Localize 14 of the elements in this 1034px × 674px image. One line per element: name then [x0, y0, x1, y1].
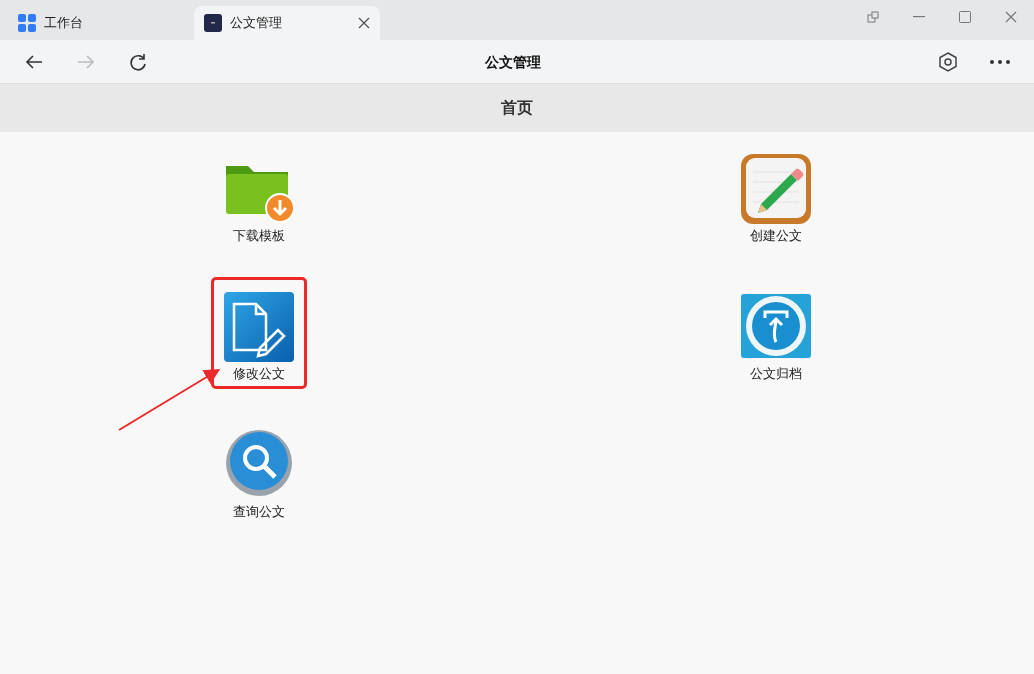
page-header-title: 首页 [501, 97, 533, 119]
app-shortcut[interactable]: 公文归档 [734, 290, 817, 386]
app-shortcut[interactable]: 创建公文 [734, 152, 817, 248]
close-icon[interactable] [358, 17, 370, 29]
notepad-pencil-icon [738, 152, 813, 226]
document-pencil-icon [221, 290, 296, 364]
browser-tab[interactable]: 公文管理 [194, 6, 380, 40]
grid-icon [18, 14, 36, 32]
app-icon [204, 14, 222, 32]
app-shortcut[interactable]: 下载模板 [217, 152, 300, 248]
app-shortcut[interactable]: 修改公文 [213, 280, 304, 386]
page-title: 公文管理 [485, 53, 541, 70]
app-shortcut[interactable]: 查询公文 [217, 428, 300, 524]
browser-tab[interactable]: 工作台 [8, 6, 194, 40]
